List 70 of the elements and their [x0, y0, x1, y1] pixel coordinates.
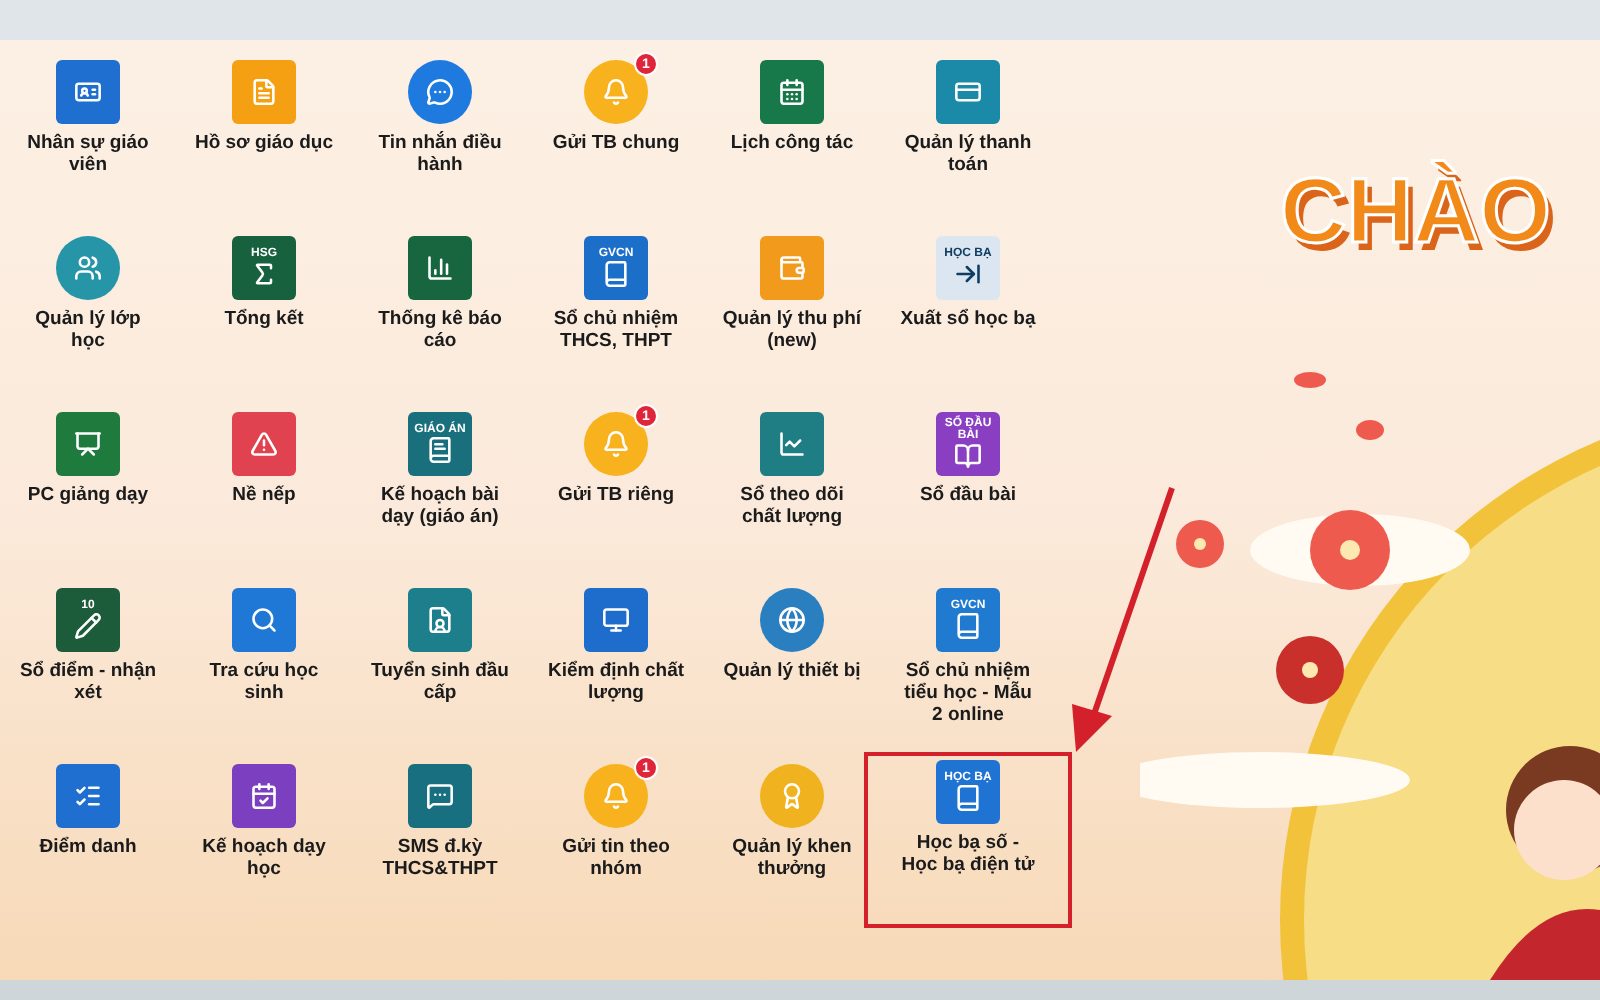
- app-label: Gửi TB riêng: [555, 484, 677, 506]
- calendar-icon: [778, 78, 806, 106]
- teacher-board-icon: [74, 430, 102, 458]
- export-arrow-icon: [954, 260, 982, 288]
- app-shortcut[interactable]: Điểm danh: [0, 752, 176, 928]
- app-shortcut[interactable]: Thống kê báo cáo: [352, 224, 528, 400]
- app-label: Kiểm định chất lượng: [546, 660, 686, 704]
- app-shortcut[interactable]: Quản lý thanh toán: [880, 48, 1056, 224]
- greeting-title: CHÀO: [1280, 164, 1551, 256]
- checklist-icon: [74, 782, 102, 810]
- app-label: Sổ chủ nhiệm tiểu học - Mẫu 2 online: [902, 660, 1034, 726]
- id-card-icon: [74, 78, 102, 106]
- app-label: Quản lý thiết bị: [722, 660, 862, 682]
- app-label: Thống kê báo cáo: [376, 308, 504, 352]
- app-label: PC giảng dạy: [25, 484, 151, 506]
- app-label: Sổ điểm - nhận xét: [18, 660, 158, 704]
- app-shortcut[interactable]: Nề nếp: [176, 400, 352, 576]
- app-label: Lịch công tác: [728, 132, 856, 154]
- app-shortcut[interactable]: Tra cứu học sinh: [176, 576, 352, 752]
- app-label: Quản lý thu phí (new): [722, 308, 862, 352]
- medal-icon: [778, 782, 806, 810]
- app-shortcut[interactable]: PC giảng dạy: [0, 400, 176, 576]
- app-label: Gửi TB chung: [550, 132, 682, 154]
- app-shortcut[interactable]: Quản lý thu phí (new): [704, 224, 880, 400]
- app-label: Quản lý khen thưởng: [730, 836, 854, 880]
- app-label: Kế hoạch dạy học: [200, 836, 328, 880]
- app-label: Quản lý lớp học: [33, 308, 143, 352]
- app-label: Quản lý thanh toán: [902, 132, 1034, 176]
- bell-icon: [602, 430, 630, 458]
- calendar-icon: [250, 782, 278, 810]
- app-label: Tra cứu học sinh: [207, 660, 321, 704]
- card-icon: [954, 78, 982, 106]
- app-shortcut[interactable]: Quản lý lớp học: [0, 224, 176, 400]
- app-shortcut[interactable]: Lịch công tác: [704, 48, 880, 224]
- wallet-icon: [778, 254, 806, 282]
- app-shortcut[interactable]: SMS đ.kỳ THCS&THPT: [352, 752, 528, 928]
- app-label: Sổ theo dõi chất lượng: [738, 484, 846, 528]
- bell-icon: [602, 782, 630, 810]
- app-label: Tuyển sinh đầu cấp: [370, 660, 510, 704]
- globe-icon: [778, 606, 806, 634]
- app-shortcut[interactable]: Kiểm định chất lượng: [528, 576, 704, 752]
- app-shortcut[interactable]: Sổ theo dõi chất lượng: [704, 400, 880, 576]
- app-label: Hồ sơ giáo dục: [194, 132, 334, 154]
- app-label: SMS đ.kỳ THCS&THPT: [380, 836, 500, 880]
- app-shortcut[interactable]: Kế hoạch dạy học: [176, 752, 352, 928]
- app-label: Gửi tin theo nhóm: [560, 836, 672, 880]
- app-shortcut[interactable]: Nhân sự giáo viên: [0, 48, 176, 224]
- document-icon: [250, 78, 278, 106]
- app-shortcut[interactable]: Tin nhắn điều hành: [352, 48, 528, 224]
- chat-bubble-icon: [426, 782, 454, 810]
- app-label: Sổ chủ nhiệm THCS, THPT: [551, 308, 681, 352]
- app-shortcut[interactable]: Quản lý thiết bị: [704, 576, 880, 752]
- search-icon: [250, 606, 278, 634]
- chat-bubble-icon: [426, 78, 454, 106]
- app-label: Nhân sự giáo viên: [25, 132, 151, 176]
- app-shortcut[interactable]: Tuyển sinh đầu cấp: [352, 576, 528, 752]
- app-label: Học bạ số - Học bạ điện tử: [899, 832, 1037, 876]
- app-label: Tổng kết: [222, 308, 306, 330]
- app-label: Xuất sổ học bạ: [898, 308, 1038, 330]
- monitor-icon: [602, 606, 630, 634]
- app-label: Sổ đầu bài: [917, 484, 1019, 506]
- bell-icon: [602, 78, 630, 106]
- people-icon: [74, 254, 102, 282]
- form-icon: [426, 606, 454, 634]
- app-shortcut[interactable]: Hồ sơ giáo dục: [176, 48, 352, 224]
- app-label: Nề nếp: [230, 484, 298, 506]
- warning-icon: [250, 430, 278, 458]
- app-label: Tin nhắn điều hành: [376, 132, 504, 176]
- app-label: Điểm danh: [37, 836, 139, 858]
- app-label: Kế hoạch bài dạy (giáo án): [378, 484, 502, 528]
